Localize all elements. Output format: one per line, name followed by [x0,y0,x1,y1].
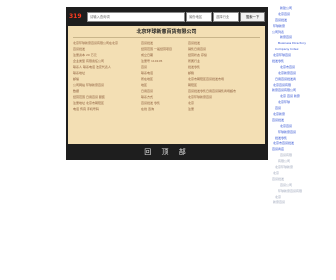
info-cell[interactable]: 在线 咨询 [141,106,185,112]
info-cell[interactable]: 注册 [188,106,260,112]
company-info-table: 北京环球新意百货有限公司在北京 百货批发 百货批发 百货批发 经营范围 一般经营项目 销售… [73,40,260,112]
keyword-input[interactable]: 请输入查询词 [87,12,185,22]
info-cell[interactable]: 电话 传真 手机号码 [73,106,139,112]
back-to-top-link[interactable]: 回 顶 部 [66,145,268,160]
related-link[interactable]: 新意百货 [272,200,336,206]
title-divider [73,37,260,38]
info-row: 电话 传真 手机号码 在线 咨询 注册 [73,106,260,112]
company-panel: 319 请输入查询词 省份地区 选择行业 搜索一下 北京环球新意百货有限公司 北… [66,7,268,160]
company-title: 北京环球新意百货有限公司 [136,29,197,35]
area-select[interactable]: 省份地区 [186,12,212,22]
company-card: 北京环球新意百货有限公司 北京环球新意百货有限公司在北京 百货批发 百货批发 百货批发… [68,26,265,144]
related-links-list: 新建公司 北京百货 百货批发 环球新意 公司列表 新意百货 Business Directo… [272,6,336,206]
industry-select[interactable]: 选择行业 [213,12,239,22]
site-logo[interactable]: 319 [69,12,85,21]
search-button[interactable]: 搜索一下 [240,12,265,22]
